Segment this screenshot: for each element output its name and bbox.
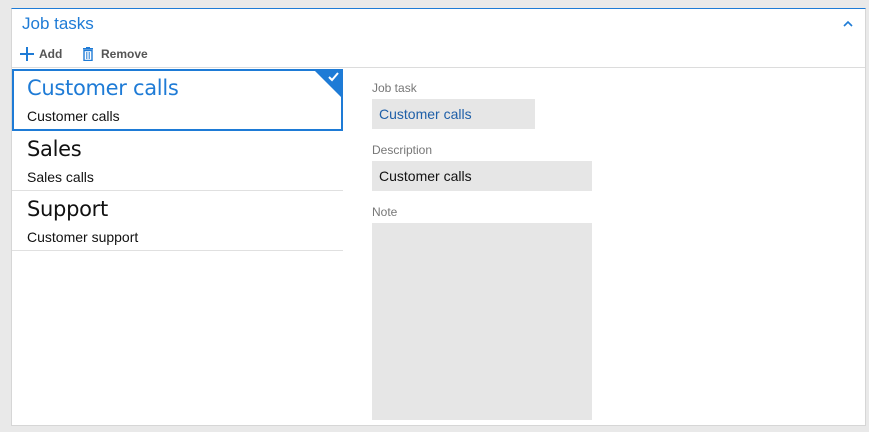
remove-button[interactable]: Remove (82, 43, 148, 65)
checkmark-icon (313, 69, 343, 99)
toolbar: Add Remove (12, 43, 865, 67)
list-item-support[interactable]: Support Customer support (12, 191, 343, 251)
panel-header[interactable]: Job tasks (12, 9, 865, 39)
list-item-subtitle: Customer calls (27, 108, 120, 124)
job-task-value: Customer calls (379, 106, 472, 122)
job-task-field[interactable]: Customer calls (372, 99, 535, 129)
add-button[interactable]: Add (20, 43, 62, 65)
list-item-title: Support (27, 197, 108, 221)
toolbar-divider (12, 67, 865, 68)
trash-icon (82, 47, 96, 62)
list-item-subtitle: Customer support (27, 229, 139, 245)
note-field[interactable] (372, 223, 592, 420)
plus-icon (20, 47, 34, 61)
note-label: Note (372, 205, 398, 219)
job-task-label: Job task (372, 81, 417, 95)
list-item-customer-calls[interactable]: Customer calls Customer calls (12, 69, 343, 131)
description-label: Description (372, 143, 433, 157)
list-item-title: Sales (27, 137, 82, 161)
list-item-subtitle: Sales calls (27, 169, 94, 185)
job-task-list: Customer calls Customer calls Sales Sale… (12, 69, 343, 251)
description-field[interactable]: Customer calls (372, 161, 592, 191)
list-item-sales[interactable]: Sales Sales calls (12, 131, 343, 191)
description-value: Customer calls (379, 168, 472, 184)
chevron-up-icon[interactable] (841, 17, 855, 31)
add-label: Add (39, 47, 63, 61)
list-item-title: Customer calls (27, 76, 179, 100)
remove-label: Remove (101, 47, 148, 61)
job-tasks-panel: Job tasks Add Remove Customer calls Cust… (11, 8, 866, 426)
job-task-form: Job task Customer calls Description Cust… (372, 81, 592, 420)
section-title: Job tasks (22, 14, 94, 33)
